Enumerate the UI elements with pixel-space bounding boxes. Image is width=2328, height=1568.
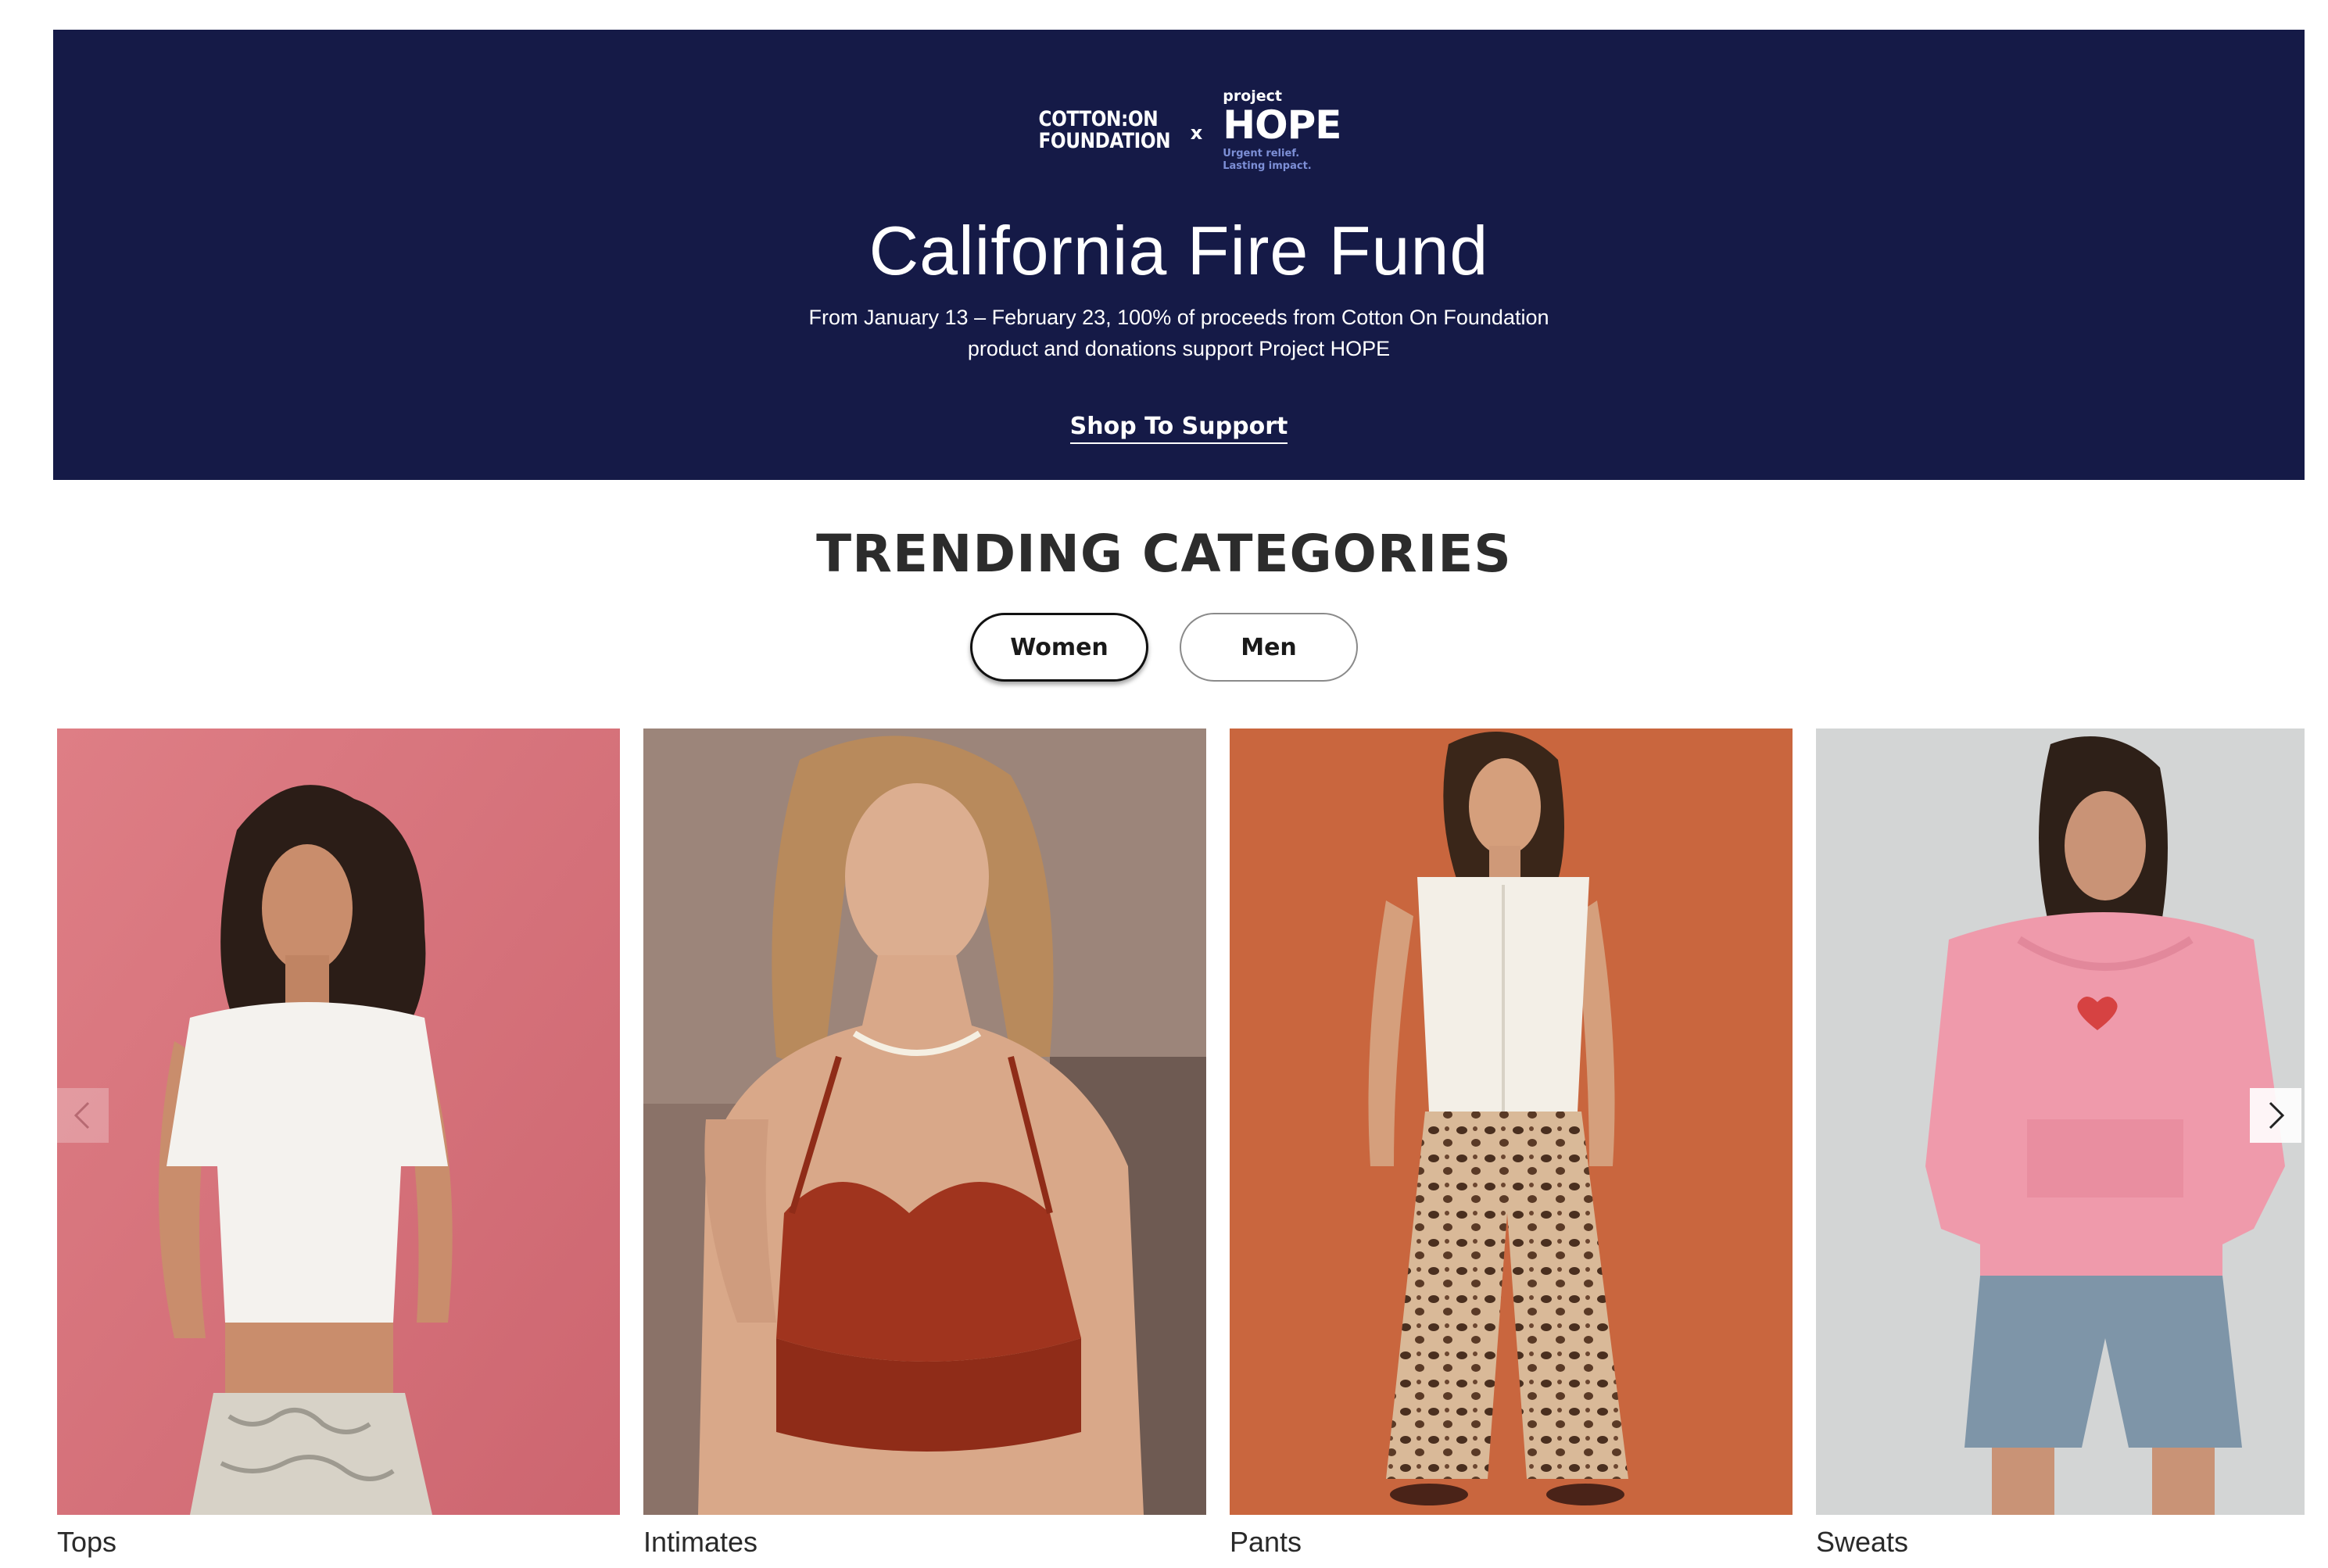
tops-image — [57, 729, 620, 1515]
carousel-prev-button[interactable] — [57, 1088, 109, 1143]
sweats-image — [1816, 729, 2305, 1515]
logo-separator: x — [1190, 122, 1203, 144]
banner-description-line1: From January 13 – February 23, 100% of p… — [808, 306, 1549, 329]
banner-description: From January 13 – February 23, 100% of p… — [757, 302, 1601, 364]
logo-cotton-line1: COTTON:ON — [1038, 107, 1158, 131]
banner-title: California Fire Fund — [869, 212, 1489, 289]
category-card-sweats[interactable]: Sweats — [1816, 729, 2305, 1568]
fire-fund-banner: COTTON:ON FOUNDATION x project HOPE Urge… — [53, 30, 2305, 480]
partner-logos: COTTON:ON FOUNDATION x project HOPE Urge… — [53, 72, 2305, 189]
category-label-pants: Pants — [1230, 1526, 1302, 1558]
logo-tag-line2: Lasting impact. — [1223, 159, 1312, 172]
logo-cotton-line2: FOUNDATION — [1038, 129, 1170, 153]
shop-to-support-link[interactable]: Shop To Support — [1069, 413, 1288, 444]
tab-women[interactable]: Women — [970, 613, 1148, 682]
banner-cta-wrapper: Shop To Support — [53, 413, 2305, 444]
category-card-intimates[interactable]: Intimates — [643, 729, 1206, 1568]
project-hope-logo: project HOPE Urgent relief. Lasting impa… — [1223, 87, 1341, 173]
chevron-left-icon — [73, 1101, 90, 1129]
carousel-next-button[interactable] — [2250, 1088, 2301, 1143]
category-label-tops: Tops — [57, 1526, 117, 1558]
category-card-tops[interactable]: Tops — [57, 729, 620, 1568]
category-label-sweats: Sweats — [1816, 1526, 1909, 1558]
cotton-on-foundation-logo: COTTON:ON FOUNDATION — [1038, 109, 1170, 152]
tab-men[interactable]: Men — [1180, 613, 1358, 682]
banner-description-line2: product and donations support Project HO… — [967, 337, 1391, 360]
logo-project-text: project — [1223, 87, 1283, 105]
category-card-pants[interactable]: Pants — [1230, 729, 1793, 1568]
intimates-image — [643, 729, 1206, 1515]
category-label-intimates: Intimates — [643, 1526, 758, 1558]
pants-image — [1230, 729, 1793, 1515]
logo-hope-text: HOPE — [1223, 102, 1341, 148]
chevron-right-icon — [2269, 1101, 2285, 1129]
gender-toggle: Women Men — [0, 613, 2328, 682]
logo-tag-line1: Urgent relief. — [1223, 147, 1300, 159]
trending-categories-heading: TRENDING CATEGORIES — [816, 524, 1512, 584]
